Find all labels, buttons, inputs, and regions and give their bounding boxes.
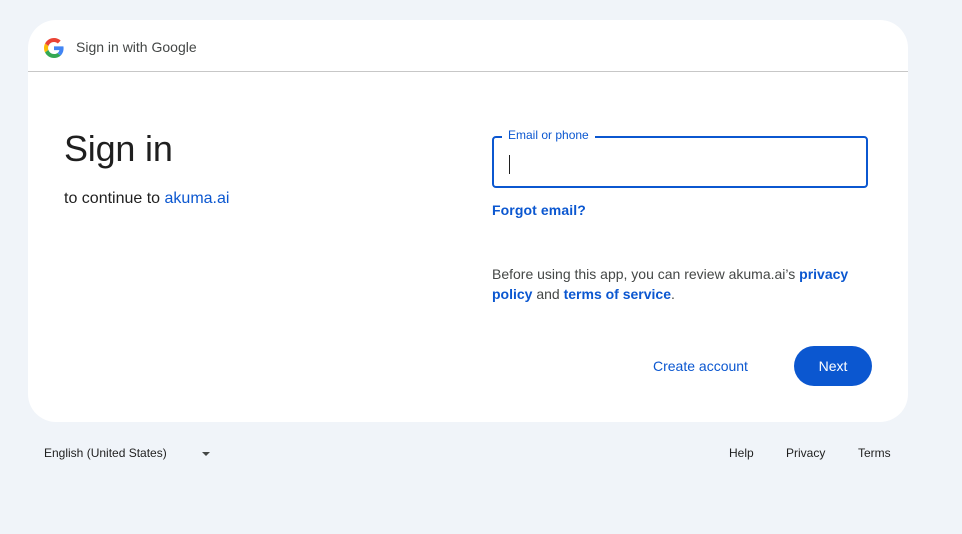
email-field[interactable]: Email or phone xyxy=(492,128,868,188)
page-title: Sign in xyxy=(64,128,173,169)
create-account-button[interactable]: Create account xyxy=(638,346,763,386)
language-selector[interactable]: English (United States) xyxy=(28,436,228,472)
footer: English (United States) Help Privacy Ter… xyxy=(28,436,908,472)
forgot-email-link[interactable]: Forgot email? xyxy=(492,202,586,218)
subtitle-prefix: to continue to xyxy=(64,190,161,207)
app-link[interactable]: akuma.ai xyxy=(165,190,230,207)
email-field-label: Email or phone xyxy=(502,128,595,142)
language-label: English (United States) xyxy=(44,446,167,460)
subtitle: to continue to akuma.ai xyxy=(64,190,229,208)
header-title: Sign in with Google xyxy=(76,39,197,55)
help-link[interactable]: Help xyxy=(729,446,754,460)
privacy-notice: Before using this app, you can review ak… xyxy=(492,264,868,304)
email-input[interactable] xyxy=(508,146,848,178)
chevron-down-icon xyxy=(202,452,210,456)
terms-link[interactable]: Terms xyxy=(858,446,891,460)
notice-end: . xyxy=(671,286,675,302)
privacy-link[interactable]: Privacy xyxy=(786,446,825,460)
card-header: Sign in with Google xyxy=(28,20,908,72)
terms-of-service-link[interactable]: terms of service xyxy=(564,286,671,302)
notice-text: Before using this app, you can review ak… xyxy=(492,266,796,282)
sign-in-card: Sign in with Google Sign in to continue … xyxy=(28,20,908,422)
notice-and-text: and xyxy=(536,286,560,302)
google-g-icon xyxy=(44,38,64,58)
next-button[interactable]: Next xyxy=(794,346,872,386)
text-caret xyxy=(509,155,510,174)
